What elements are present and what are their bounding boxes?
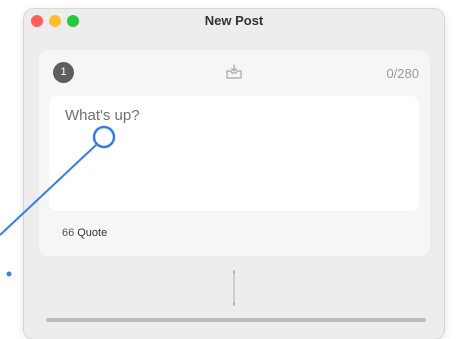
post-composer-card: 1 0/280 What's up? 66 Quote: [39, 50, 430, 256]
title-bar: New Post: [24, 9, 444, 31]
inbox-icon[interactable]: [225, 64, 243, 80]
character-count: 0/280: [386, 66, 419, 81]
pointer-origin-dot: [6, 271, 12, 277]
quote-label: Quote: [77, 227, 108, 239]
new-post-window: New Post 1 0/280 What's up? 66 Quote: [24, 9, 444, 339]
post-text-editor[interactable]: What's up?: [49, 96, 419, 211]
next-post-edge: [46, 318, 426, 322]
post-placeholder: What's up?: [65, 107, 140, 124]
quote-button[interactable]: 66 Quote: [62, 227, 107, 239]
thread-connector: [233, 270, 235, 306]
quote-icon: 66: [62, 227, 75, 239]
window-title: New Post: [204, 13, 264, 28]
post-number-badge: 1: [53, 62, 74, 83]
